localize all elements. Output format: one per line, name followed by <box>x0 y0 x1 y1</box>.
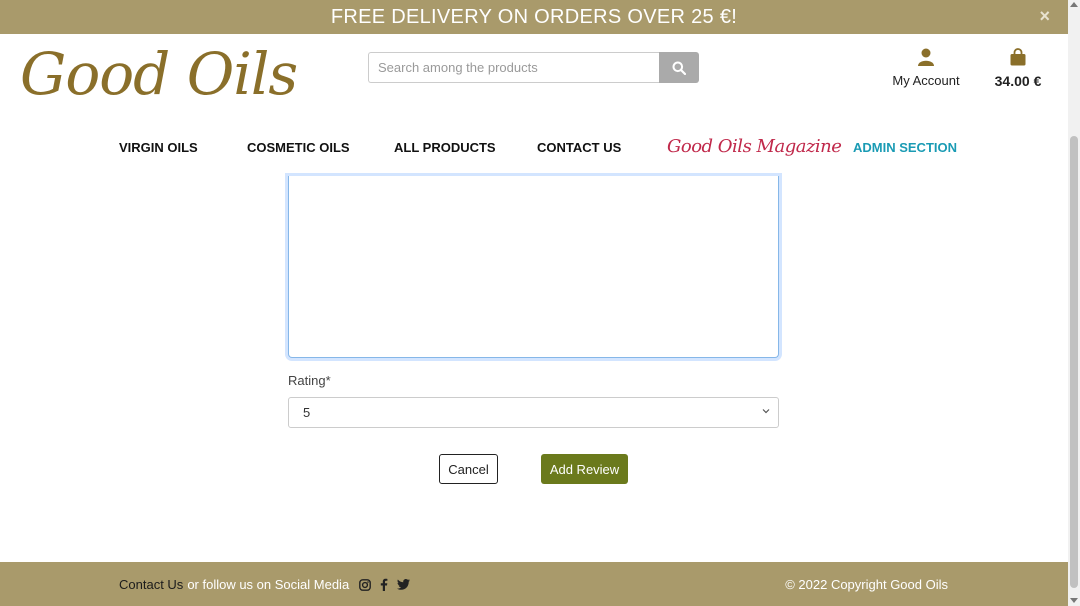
search-input[interactable] <box>368 52 659 83</box>
search-icon <box>672 61 686 75</box>
nav-good-oils-magazine[interactable]: Good Oils Magazine <box>667 136 842 157</box>
footer-follow-text: or follow us on Social Media <box>187 577 350 592</box>
footer-contact-link[interactable]: Contact Us <box>119 577 183 592</box>
search-button[interactable] <box>659 52 699 83</box>
site-logo[interactable]: Good Oils <box>20 40 298 108</box>
review-form: Rating* 5 Cancel Add Review <box>0 176 1068 562</box>
nav-contact-us[interactable]: CONTACT US <box>537 140 621 155</box>
instagram-icon[interactable] <box>359 578 372 591</box>
main-navigation: VIRGIN OILS COSMETIC OILS ALL PRODUCTS C… <box>0 134 1068 162</box>
social-links <box>359 578 411 591</box>
rating-label: Rating* <box>288 373 331 388</box>
my-account-label: My Account <box>892 73 960 88</box>
chevron-down-icon <box>762 409 770 414</box>
scrollbar-thumb[interactable] <box>1070 136 1078 588</box>
search-form <box>368 52 699 83</box>
promo-banner: FREE DELIVERY ON ORDERS OVER 25 €! × <box>0 0 1068 34</box>
shopping-bag-icon <box>1010 48 1026 66</box>
cart-link[interactable]: 34.00 € <box>990 48 1046 89</box>
twitter-icon[interactable] <box>397 579 411 590</box>
scroll-down-arrow-icon[interactable] <box>1070 598 1078 603</box>
promo-banner-text: FREE DELIVERY ON ORDERS OVER 25 €! <box>330 5 738 28</box>
site-header: Good Oils My Account 34.00 € VIRGIN OILS… <box>0 34 1068 180</box>
page-scrollbar[interactable] <box>1068 0 1080 606</box>
add-review-button[interactable]: Add Review <box>541 454 628 484</box>
nav-admin-section[interactable]: ADMIN SECTION <box>853 140 957 155</box>
review-textarea[interactable] <box>288 176 779 358</box>
my-account-link[interactable]: My Account <box>890 48 962 88</box>
cancel-button[interactable]: Cancel <box>439 454 498 484</box>
footer-copyright: © 2022 Copyright Good Oils <box>785 577 948 592</box>
facebook-icon[interactable] <box>380 578 388 591</box>
user-icon <box>918 48 934 66</box>
rating-select[interactable]: 5 <box>288 397 779 428</box>
nav-virgin-oils[interactable]: VIRGIN OILS <box>119 140 198 155</box>
scroll-up-arrow-icon[interactable] <box>1070 2 1078 7</box>
footer-social: Contact Us or follow us on Social Media <box>119 577 411 592</box>
close-icon[interactable]: × <box>1039 6 1050 27</box>
nav-cosmetic-oils[interactable]: COSMETIC OILS <box>247 140 350 155</box>
cart-total: 34.00 € <box>994 73 1042 89</box>
rating-selected-value: 5 <box>303 405 311 420</box>
nav-all-products[interactable]: ALL PRODUCTS <box>394 140 496 155</box>
site-footer: Contact Us or follow us on Social Media <box>0 562 1068 606</box>
